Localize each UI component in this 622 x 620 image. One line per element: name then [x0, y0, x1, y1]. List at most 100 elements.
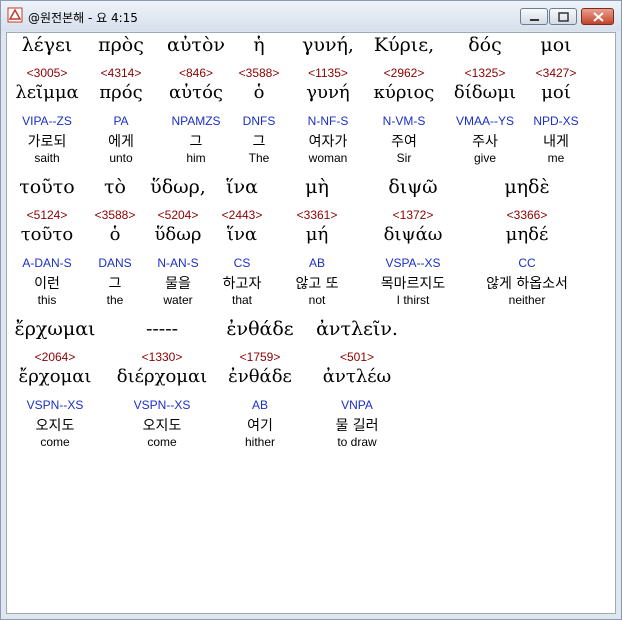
lemma: ἵνα	[226, 224, 258, 245]
strong-number[interactable]: <2064>	[35, 350, 76, 364]
greek-word: μὴ	[305, 176, 329, 198]
minimize-icon	[530, 19, 539, 21]
lemma: γυνή	[306, 82, 350, 103]
lemma: αὐτός	[169, 82, 223, 103]
english-gloss: not	[308, 293, 326, 307]
parsing-code: VIPA--ZS	[22, 114, 72, 128]
maximize-button[interactable]	[549, 8, 577, 25]
lemma: ὁ	[109, 224, 121, 245]
greek-word: αὐτὸν	[167, 34, 225, 56]
greek-word: μοι	[540, 34, 572, 56]
greek-word: μηδὲ	[504, 176, 550, 198]
lemma: ὕδωρ	[154, 224, 202, 245]
interlinear-panel[interactable]: λέγει <3005> λεῖμμα VIPA--ZS 가로되 saith πρὸς <43…	[6, 32, 616, 614]
strong-number[interactable]: <501>	[340, 350, 374, 364]
english-gloss: neither	[508, 293, 546, 307]
lemma: ὁ	[253, 82, 265, 103]
korean-gloss: 주여	[391, 134, 417, 150]
korean-gloss: 그	[252, 134, 266, 150]
korean-gloss: 않고 또	[295, 276, 339, 292]
korean-gloss: 이런	[34, 276, 60, 292]
lemma: λεῖμμα	[15, 82, 79, 103]
parsing-code: AB	[251, 398, 269, 412]
greek-word: ἔρχωμαι	[14, 318, 96, 340]
parsing-code: NPAMZS	[171, 114, 221, 128]
english-gloss: this	[37, 293, 57, 307]
korean-gloss: 오지도	[35, 418, 75, 434]
english-gloss: the	[106, 293, 124, 307]
parsing-code: CS	[233, 256, 251, 270]
strong-number[interactable]: <1135>	[308, 66, 348, 80]
strong-number[interactable]: <5204>	[158, 208, 199, 222]
title-bar[interactable]: @원전본해 - 요 4:15	[1, 1, 621, 31]
english-gloss: come	[40, 435, 70, 449]
strong-number[interactable]: <3427>	[536, 66, 577, 80]
korean-gloss: 물 길러	[335, 418, 379, 434]
strong-number[interactable]: <1372>	[393, 208, 434, 222]
strong-number[interactable]: <3361>	[297, 208, 338, 222]
greek-word: γυνή,	[302, 34, 354, 56]
strong-number[interactable]: <2443>	[222, 208, 263, 222]
parsing-code: VSPA--XS	[385, 256, 441, 270]
strong-number[interactable]: <1330>	[142, 350, 183, 364]
parsing-code: A-DAN-S	[22, 256, 72, 270]
greek-word: διψῶ	[388, 176, 438, 198]
strong-number[interactable]: <3588>	[239, 66, 280, 80]
lemma: ἐνθάδε	[228, 366, 292, 387]
strong-number[interactable]: <3588>	[95, 208, 136, 222]
english-gloss: hither	[244, 435, 276, 449]
strong-number[interactable]: <1325>	[465, 66, 506, 80]
strong-number[interactable]: <1759>	[240, 350, 281, 364]
strong-number[interactable]: <2962>	[384, 66, 425, 80]
parsing-code: VSPN--XS	[26, 398, 84, 412]
lemma: ἔρχομαι	[18, 366, 92, 387]
strong-number[interactable]: <846>	[179, 66, 213, 80]
parsing-code: AB	[308, 256, 326, 270]
parsing-code: DNFS	[242, 114, 276, 128]
greek-word: τὸ	[104, 176, 126, 198]
greek-word: ἡ	[253, 34, 265, 56]
english-gloss: come	[147, 435, 177, 449]
app-window: @원전본해 - 요 4:15 λέγει <3005> λεῖμμα VIPA--ZS…	[0, 0, 622, 620]
parsing-code: N-VM-S	[382, 114, 426, 128]
korean-gloss: 그	[189, 134, 203, 150]
strong-number[interactable]: <4314>	[101, 66, 142, 80]
window-title: @원전본해 - 요 4:15	[28, 11, 138, 25]
strong-number[interactable]: <3366>	[507, 208, 548, 222]
maximize-icon	[558, 12, 569, 22]
parsing-code: PA	[113, 114, 129, 128]
app-logo-icon	[7, 7, 23, 23]
parsing-code: VSPN--XS	[133, 398, 191, 412]
greek-word: πρὸς	[98, 34, 144, 56]
english-gloss: saith	[34, 151, 60, 165]
korean-gloss: 그	[108, 276, 122, 292]
korean-gloss: 에게	[108, 134, 134, 150]
lemma: μηδέ	[505, 224, 549, 245]
strong-number[interactable]: <5124>	[27, 208, 68, 222]
parsing-code: N-NF-S	[307, 114, 349, 128]
korean-gloss: 내게	[543, 134, 569, 150]
minimize-button[interactable]	[520, 8, 548, 25]
english-gloss: unto	[109, 151, 133, 165]
korean-gloss: 오지도	[142, 418, 182, 434]
english-gloss: him	[186, 151, 206, 165]
greek-word: ἵνα	[226, 176, 258, 198]
english-gloss: woman	[308, 151, 348, 165]
lemma: μοί	[541, 82, 571, 103]
english-gloss: that	[231, 293, 253, 307]
korean-gloss: 주사	[472, 134, 498, 150]
close-icon	[593, 12, 604, 22]
korean-gloss: 가로되	[27, 134, 67, 150]
strong-number[interactable]: <3005>	[27, 66, 68, 80]
greek-word: ἐνθάδε	[226, 318, 294, 340]
parsing-code: VMAA--YS	[455, 114, 515, 128]
parsing-code: NPD-XS	[533, 114, 579, 128]
close-button[interactable]	[581, 8, 614, 25]
greek-word: -----	[145, 318, 179, 340]
lemma: μή	[305, 224, 329, 245]
english-gloss: me	[547, 151, 565, 165]
lemma: κύριος	[373, 82, 435, 103]
lemma: ἀντλέω	[322, 366, 392, 387]
parsing-code: N-AN-S	[157, 256, 199, 270]
english-gloss: water	[163, 293, 193, 307]
